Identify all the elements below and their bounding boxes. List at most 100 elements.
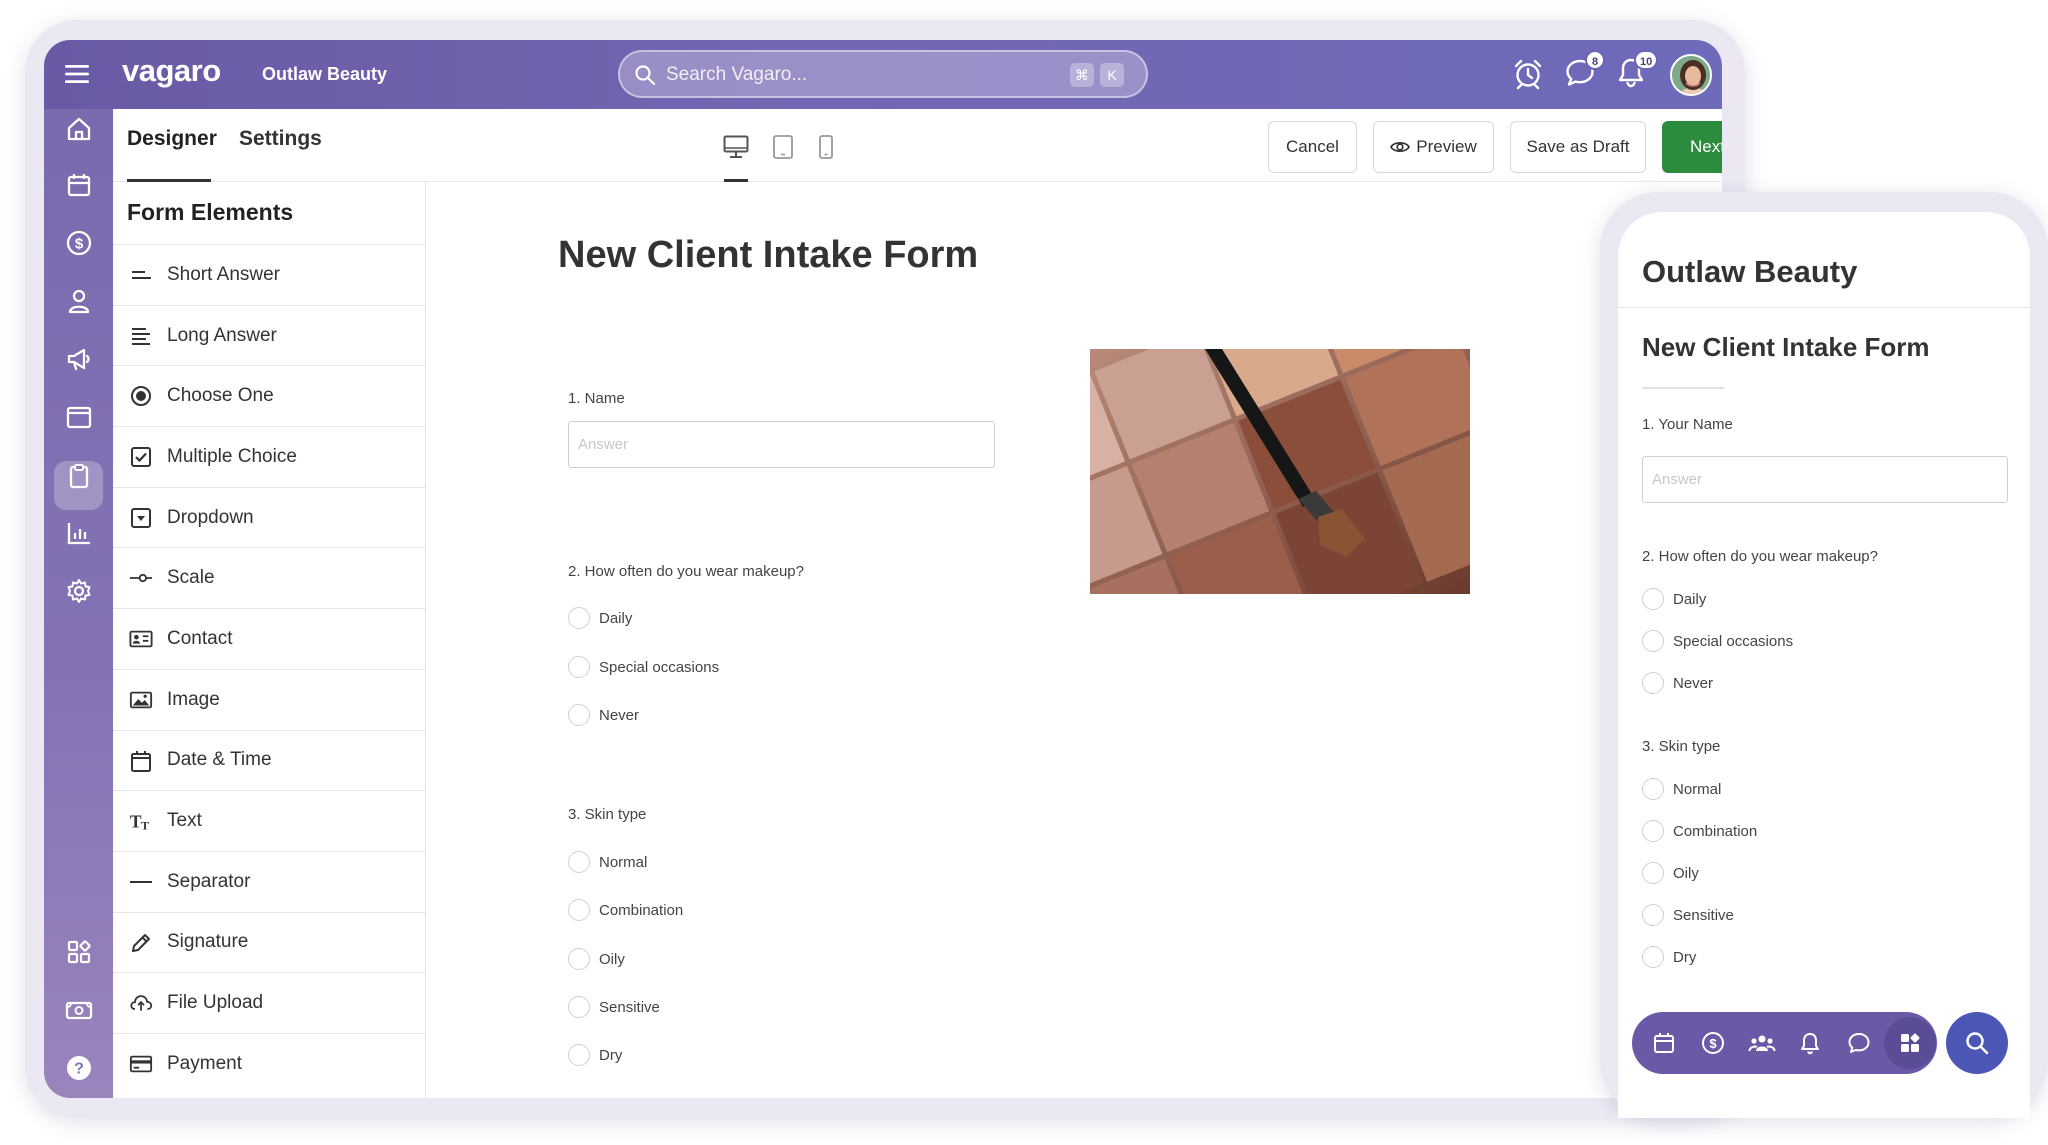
element-long-answer[interactable]: Long Answer bbox=[113, 304, 426, 366]
option-never[interactable]: Never bbox=[568, 704, 639, 726]
element-label: Short Answer bbox=[167, 263, 280, 285]
element-contact[interactable]: Contact bbox=[113, 608, 426, 669]
alarm-clock-icon[interactable] bbox=[1513, 58, 1543, 90]
element-short-answer[interactable]: Short Answer bbox=[113, 244, 426, 305]
tab-settings[interactable]: Settings bbox=[239, 127, 322, 151]
name-answer-input[interactable] bbox=[568, 421, 995, 468]
preview-button[interactable]: Preview bbox=[1373, 121, 1494, 173]
element-payment[interactable]: Payment bbox=[113, 1032, 426, 1094]
option-dry[interactable]: Dry bbox=[568, 1044, 622, 1066]
option-label: Normal bbox=[599, 853, 648, 871]
cash-drawer-icon[interactable] bbox=[61, 992, 97, 1028]
option-combination[interactable]: Combination bbox=[568, 899, 683, 921]
megaphone-marketing-icon[interactable] bbox=[61, 341, 97, 377]
element-multiple-choice[interactable]: Multiple Choice bbox=[113, 426, 426, 487]
element-dropdown[interactable]: Dropdown bbox=[113, 486, 426, 548]
mobile-search-button[interactable] bbox=[1946, 1012, 2008, 1074]
divider bbox=[1618, 307, 2030, 308]
bell-icon[interactable] bbox=[1798, 1031, 1822, 1055]
mobile-option-oily[interactable]: Oily bbox=[1642, 862, 1699, 884]
makeup-palette-image[interactable] bbox=[1090, 349, 1470, 594]
next-button[interactable]: Next bbox=[1662, 121, 1722, 173]
save-draft-button[interactable]: Save as Draft bbox=[1510, 121, 1646, 173]
option-label: Daily bbox=[599, 609, 633, 627]
radio-button[interactable] bbox=[1642, 946, 1664, 968]
dollar-checkout-icon[interactable]: $ bbox=[61, 225, 97, 261]
element-image[interactable]: Image bbox=[113, 668, 426, 730]
analytics-chart-icon[interactable] bbox=[61, 515, 97, 551]
search-bar[interactable]: ⌘ K bbox=[618, 50, 1148, 98]
element-choose-one[interactable]: Choose One bbox=[113, 365, 426, 426]
element-scale[interactable]: Scale bbox=[113, 547, 426, 608]
radio-button[interactable] bbox=[568, 851, 590, 873]
element-text[interactable]: TT Text bbox=[113, 790, 426, 851]
option-normal[interactable]: Normal bbox=[568, 851, 647, 873]
vagaro-logo[interactable]: vagaro bbox=[122, 53, 221, 89]
calendar-icon[interactable] bbox=[1652, 1031, 1676, 1055]
desktop-preview-icon[interactable] bbox=[723, 135, 749, 159]
radio-button[interactable] bbox=[568, 1044, 590, 1066]
radio-button[interactable] bbox=[1642, 862, 1664, 884]
element-file-upload[interactable]: File Upload bbox=[113, 972, 426, 1033]
business-name[interactable]: Outlaw Beauty bbox=[262, 64, 387, 85]
calendar-icon bbox=[129, 749, 153, 773]
radio-button[interactable] bbox=[1642, 588, 1664, 610]
mobile-option-normal[interactable]: Normal bbox=[1642, 778, 1721, 800]
option-sensitive[interactable]: Sensitive bbox=[568, 996, 660, 1018]
clients-group-icon[interactable] bbox=[1748, 1031, 1776, 1055]
settings-gear-icon[interactable] bbox=[61, 573, 97, 609]
svg-text:T: T bbox=[141, 818, 149, 832]
option-label: Daily bbox=[1673, 590, 1707, 608]
cancel-button[interactable]: Cancel bbox=[1268, 121, 1357, 173]
radio-button[interactable] bbox=[568, 996, 590, 1018]
tablet-preview-icon[interactable] bbox=[772, 135, 794, 159]
mobile-option-never[interactable]: Never bbox=[1642, 672, 1713, 694]
help-question-icon[interactable]: ? bbox=[61, 1050, 97, 1086]
mobile-name-answer-input[interactable] bbox=[1642, 456, 2008, 503]
radio-button[interactable] bbox=[1642, 904, 1664, 926]
option-daily[interactable]: Daily bbox=[568, 607, 632, 629]
radio-button[interactable] bbox=[568, 948, 590, 970]
clipboard-forms-icon[interactable] bbox=[61, 458, 97, 494]
radio-button[interactable] bbox=[568, 656, 590, 678]
text-format-icon: TT bbox=[129, 809, 153, 833]
form-title[interactable]: New Client Intake Form bbox=[558, 234, 978, 277]
top-bar: vagaro Outlaw Beauty ⌘ K 8 10 bbox=[44, 40, 1722, 109]
radio-button[interactable] bbox=[568, 899, 590, 921]
radio-button[interactable] bbox=[1642, 630, 1664, 652]
radio-button[interactable] bbox=[1642, 778, 1664, 800]
element-signature[interactable]: Signature bbox=[113, 911, 426, 973]
radio-button[interactable] bbox=[568, 607, 590, 629]
form-elements-list: Short Answer Long Answer Choose One Mult… bbox=[113, 244, 426, 1094]
radio-button-icon bbox=[129, 384, 153, 408]
element-separator[interactable]: Separator bbox=[113, 850, 426, 912]
mobile-option-daily[interactable]: Daily bbox=[1642, 588, 1706, 610]
tab-designer[interactable]: Designer bbox=[127, 127, 217, 151]
radio-button[interactable] bbox=[568, 704, 590, 726]
dollar-checkout-icon[interactable]: $ bbox=[1701, 1031, 1725, 1055]
radio-button[interactable] bbox=[1642, 672, 1664, 694]
client-user-icon[interactable] bbox=[61, 283, 97, 319]
menu-icon[interactable] bbox=[64, 62, 90, 86]
mobile-option-special-occasions[interactable]: Special occasions bbox=[1642, 630, 1793, 652]
apps-grid-icon[interactable] bbox=[61, 934, 97, 970]
mobile-bottom-nav: $ bbox=[1632, 1012, 1937, 1074]
browser-window-icon[interactable] bbox=[61, 399, 97, 435]
mobile-option-dry[interactable]: Dry bbox=[1642, 946, 1696, 968]
option-oily[interactable]: Oily bbox=[568, 948, 625, 970]
user-avatar[interactable] bbox=[1670, 54, 1712, 96]
chat-bubble-icon[interactable] bbox=[1847, 1031, 1871, 1055]
search-input[interactable] bbox=[666, 62, 1046, 88]
home-icon[interactable] bbox=[61, 111, 97, 147]
element-label: Payment bbox=[167, 1052, 242, 1074]
scale-slider-icon bbox=[129, 566, 153, 590]
option-special-occasions[interactable]: Special occasions bbox=[568, 656, 719, 678]
element-date-time[interactable]: Date & Time bbox=[113, 729, 426, 791]
apps-grid-icon[interactable] bbox=[1898, 1031, 1922, 1055]
calendar-icon[interactable] bbox=[61, 167, 97, 203]
phone-preview-icon[interactable] bbox=[818, 135, 834, 159]
element-label: Contact bbox=[167, 627, 233, 649]
mobile-option-sensitive[interactable]: Sensitive bbox=[1642, 904, 1734, 926]
radio-button[interactable] bbox=[1642, 820, 1664, 842]
mobile-option-combination[interactable]: Combination bbox=[1642, 820, 1757, 842]
